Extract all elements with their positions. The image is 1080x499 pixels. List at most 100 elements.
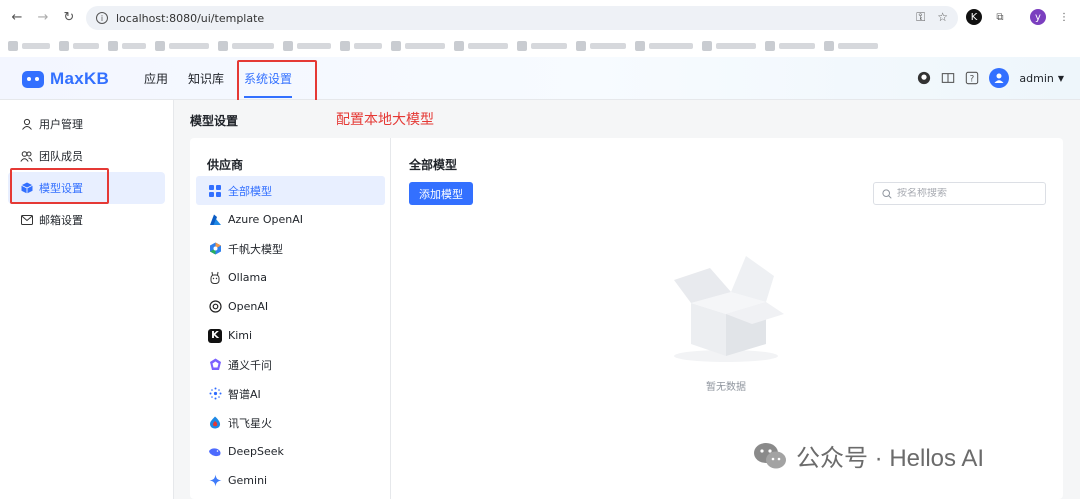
puzzle-icon[interactable]: ⧉ [992,9,1008,25]
url-text: localhost:8080/ui/template [116,11,265,25]
logo-text: MaxKB [50,69,110,88]
bookmark-item[interactable] [702,40,756,52]
zhipu-icon [208,387,222,401]
header-actions: ? admin ▼ [917,68,1064,88]
provider-label: 智谱AI [228,387,261,401]
extension-icon[interactable]: K [966,9,982,25]
provider-item-zhipu[interactable]: 智谱AI [196,379,385,408]
team-icon [20,150,33,163]
search-box[interactable] [873,182,1046,205]
provider-label: OpenAI [228,300,269,313]
sidebar-item-label: 团队成员 [39,150,83,163]
bookmark-item[interactable] [391,40,445,52]
app-header: MaxKB 应用 知识库 系统设置 ? admin ▼ [0,57,1080,100]
bookmark-item[interactable] [635,40,693,52]
provider-panel-title: 供应商 [207,158,244,172]
more-menu-icon[interactable]: ⋮ [1056,9,1072,25]
provider-label: 通义千问 [228,358,272,372]
bookmark-item[interactable] [576,40,626,52]
search-input[interactable] [897,188,1037,199]
empty-box-icon [674,256,784,362]
empty-text: 暂无数据 [706,382,746,393]
bookmark-star-icon[interactable]: ☆ [937,10,948,25]
site-info-icon[interactable]: i [96,12,108,24]
bookmark-item[interactable] [454,40,508,52]
bookmark-item[interactable] [155,40,209,52]
provider-label: DeepSeek [228,445,284,458]
empty-state: 暂无数据 [661,248,791,393]
search-icon [882,184,892,203]
tongyi-icon [208,358,222,372]
deepseek-icon [208,445,222,459]
sidebar-item-email[interactable]: 邮箱设置 [8,204,165,236]
nav-item-knowledge[interactable]: 知识库 [188,57,224,100]
provider-item-gemini[interactable]: Gemini [196,466,385,495]
add-model-button[interactable]: 添加模型 [409,182,473,205]
caret-down-icon: ▼ [1057,73,1064,83]
grid-icon [208,184,222,198]
wechat-icon [752,441,788,471]
sidebar-item-users[interactable]: 用户管理 [8,108,165,140]
bookmark-item[interactable] [765,40,815,52]
watermark: 公众号 · Hellos AI [752,438,984,473]
address-bar[interactable]: i localhost:8080/ui/template ⚿ ☆ [86,6,958,30]
sidebar: 用户管理 团队成员 模型设置 邮箱设置 [0,100,174,499]
maxkb-logo-icon [22,70,44,88]
provider-item-xunfei[interactable]: 讯飞星火 [196,408,385,437]
book-icon[interactable] [941,71,955,85]
provider-panel: 供应商 全部模型 Azure OpenAI 千帆大模型 Ollama OpenA… [190,138,391,499]
models-title: 全部模型 [409,158,458,172]
user-menu[interactable]: admin ▼ [1019,72,1064,85]
logo[interactable]: MaxKB [22,69,109,89]
provider-label: Ollama [228,271,267,284]
user-name: admin [1019,71,1054,85]
provider-item-ollama[interactable]: Ollama [196,263,385,292]
provider-label: 讯飞星火 [228,416,272,430]
reload-icon[interactable]: ↻ [58,7,80,29]
bookmark-item[interactable] [283,40,331,52]
provider-item-deepseek[interactable]: DeepSeek [196,437,385,466]
bookmark-item[interactable] [340,40,382,52]
provider-item-qianfan[interactable]: 千帆大模型 [196,234,385,263]
bookmark-item[interactable] [59,40,99,52]
mail-icon [20,214,33,227]
sidebar-item-label: 邮箱设置 [39,214,83,227]
provider-label: Azure OpenAI [228,213,303,226]
help-icon[interactable]: ? [965,71,979,85]
nav-item-apps[interactable]: 应用 [144,57,168,100]
user-avatar[interactable] [989,68,1010,88]
provider-item-all[interactable]: 全部模型 [196,176,385,205]
bookmark-item[interactable] [517,40,567,52]
provider-item-openai[interactable]: OpenAI [196,292,385,321]
azure-icon [208,213,222,227]
provider-list: 全部模型 Azure OpenAI 千帆大模型 Ollama OpenAI K … [196,176,385,495]
bookmark-item[interactable] [824,40,878,52]
user-icon [20,118,33,131]
provider-item-tongyi[interactable]: 通义千问 [196,350,385,379]
provider-label: 全部模型 [228,184,272,198]
key-icon[interactable]: ⚿ [916,10,925,25]
bookmark-item[interactable] [108,40,146,52]
sidebar-item-label: 用户管理 [39,118,83,131]
github-icon[interactable] [917,71,931,85]
kimi-icon: K [208,328,222,343]
bookmark-item[interactable] [218,40,274,52]
annotation-text: 配置本地大模型 [336,112,434,128]
back-icon[interactable]: ← [6,7,28,29]
provider-item-kimi[interactable]: K Kimi [196,321,385,350]
browser-toolbar: ← → ↻ i localhost:8080/ui/template ⚿ ☆ K… [0,0,1080,35]
forward-icon[interactable]: → [32,7,54,29]
page-title: 模型设置 [190,114,239,128]
provider-item-azure-openai[interactable]: Azure OpenAI [196,205,385,234]
watermark-text: 公众号 · Hellos AI [796,445,985,472]
openai-icon [208,300,222,314]
bookmark-item[interactable] [8,40,50,52]
provider-label: 千帆大模型 [228,242,283,256]
profile-avatar[interactable]: y [1030,9,1046,25]
ollama-icon [208,271,222,285]
annotation-box-settings-nav [237,60,317,105]
svg-text:?: ? [970,75,975,85]
provider-label: Kimi [228,329,253,342]
xunfei-icon [208,416,222,430]
qianfan-icon [208,242,222,256]
